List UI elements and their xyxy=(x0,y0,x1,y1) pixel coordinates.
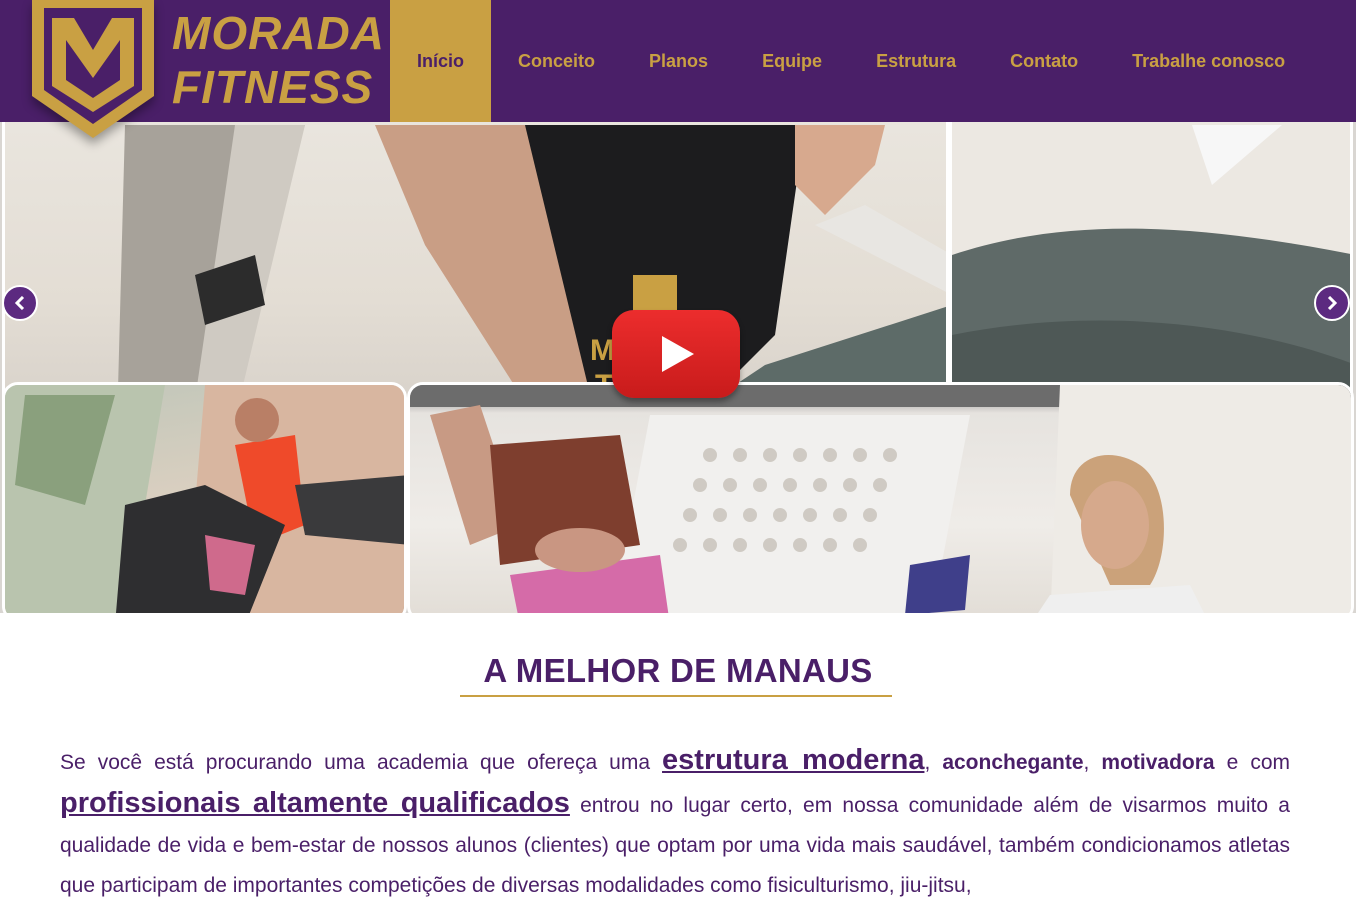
site-header: MORADA FITNESS Início Conceito Planos Eq… xyxy=(0,0,1356,138)
brand-name-line1: MORADA xyxy=(172,7,385,59)
hero-video-slider[interactable]: MORA TNES xyxy=(0,122,1356,613)
chevron-right-icon xyxy=(1327,296,1338,310)
nav-item-estrutura[interactable]: Estrutura xyxy=(849,0,983,122)
brand-name-line2: FITNESS xyxy=(172,61,374,113)
bold-aconchegante: aconchegante xyxy=(942,751,1084,774)
slider-next-button[interactable] xyxy=(1314,285,1350,321)
chevron-left-icon xyxy=(14,296,25,310)
section-title: A MELHOR DE MANAUS xyxy=(483,652,873,689)
nav-item-contato[interactable]: Contato xyxy=(983,0,1105,122)
bench-press-photo xyxy=(410,385,1351,613)
title-underline xyxy=(460,695,892,697)
intro-text-2: , xyxy=(924,751,943,774)
intro-text-1: Se você está procurando uma academia que… xyxy=(60,751,663,774)
intro-paragraph: Se você está procurando uma academia que… xyxy=(60,740,1290,906)
nav-item-trabalhe-conosco[interactable]: Trabalhe conosco xyxy=(1105,0,1312,122)
youtube-play-icon xyxy=(662,336,694,372)
logo[interactable]: MORADA FITNESS xyxy=(0,0,390,138)
link-estrutura-moderna[interactable]: estrutura moderna xyxy=(662,744,924,776)
nav-item-inicio[interactable]: Início xyxy=(390,0,492,122)
nav-item-equipe[interactable]: Equipe xyxy=(735,0,849,122)
bold-motivadora: motivadora xyxy=(1101,751,1215,774)
nav-item-conceito[interactable]: Conceito xyxy=(491,0,622,122)
logo-shield-icon xyxy=(32,0,154,138)
intro-text-4: e com xyxy=(1214,751,1290,774)
main-nav: Início Conceito Planos Equipe Estrutura … xyxy=(390,0,1312,122)
video-play-button[interactable] xyxy=(612,310,740,398)
woman-machine-photo xyxy=(5,385,404,613)
slider-prev-button[interactable] xyxy=(2,285,38,321)
video-frame-bench-press xyxy=(407,382,1354,613)
video-frame-woman-machine xyxy=(2,382,407,613)
link-profissionais[interactable]: profissionais altamente qualificados xyxy=(60,787,570,819)
intro-text-3: , xyxy=(1083,751,1102,774)
nav-item-planos[interactable]: Planos xyxy=(622,0,735,122)
